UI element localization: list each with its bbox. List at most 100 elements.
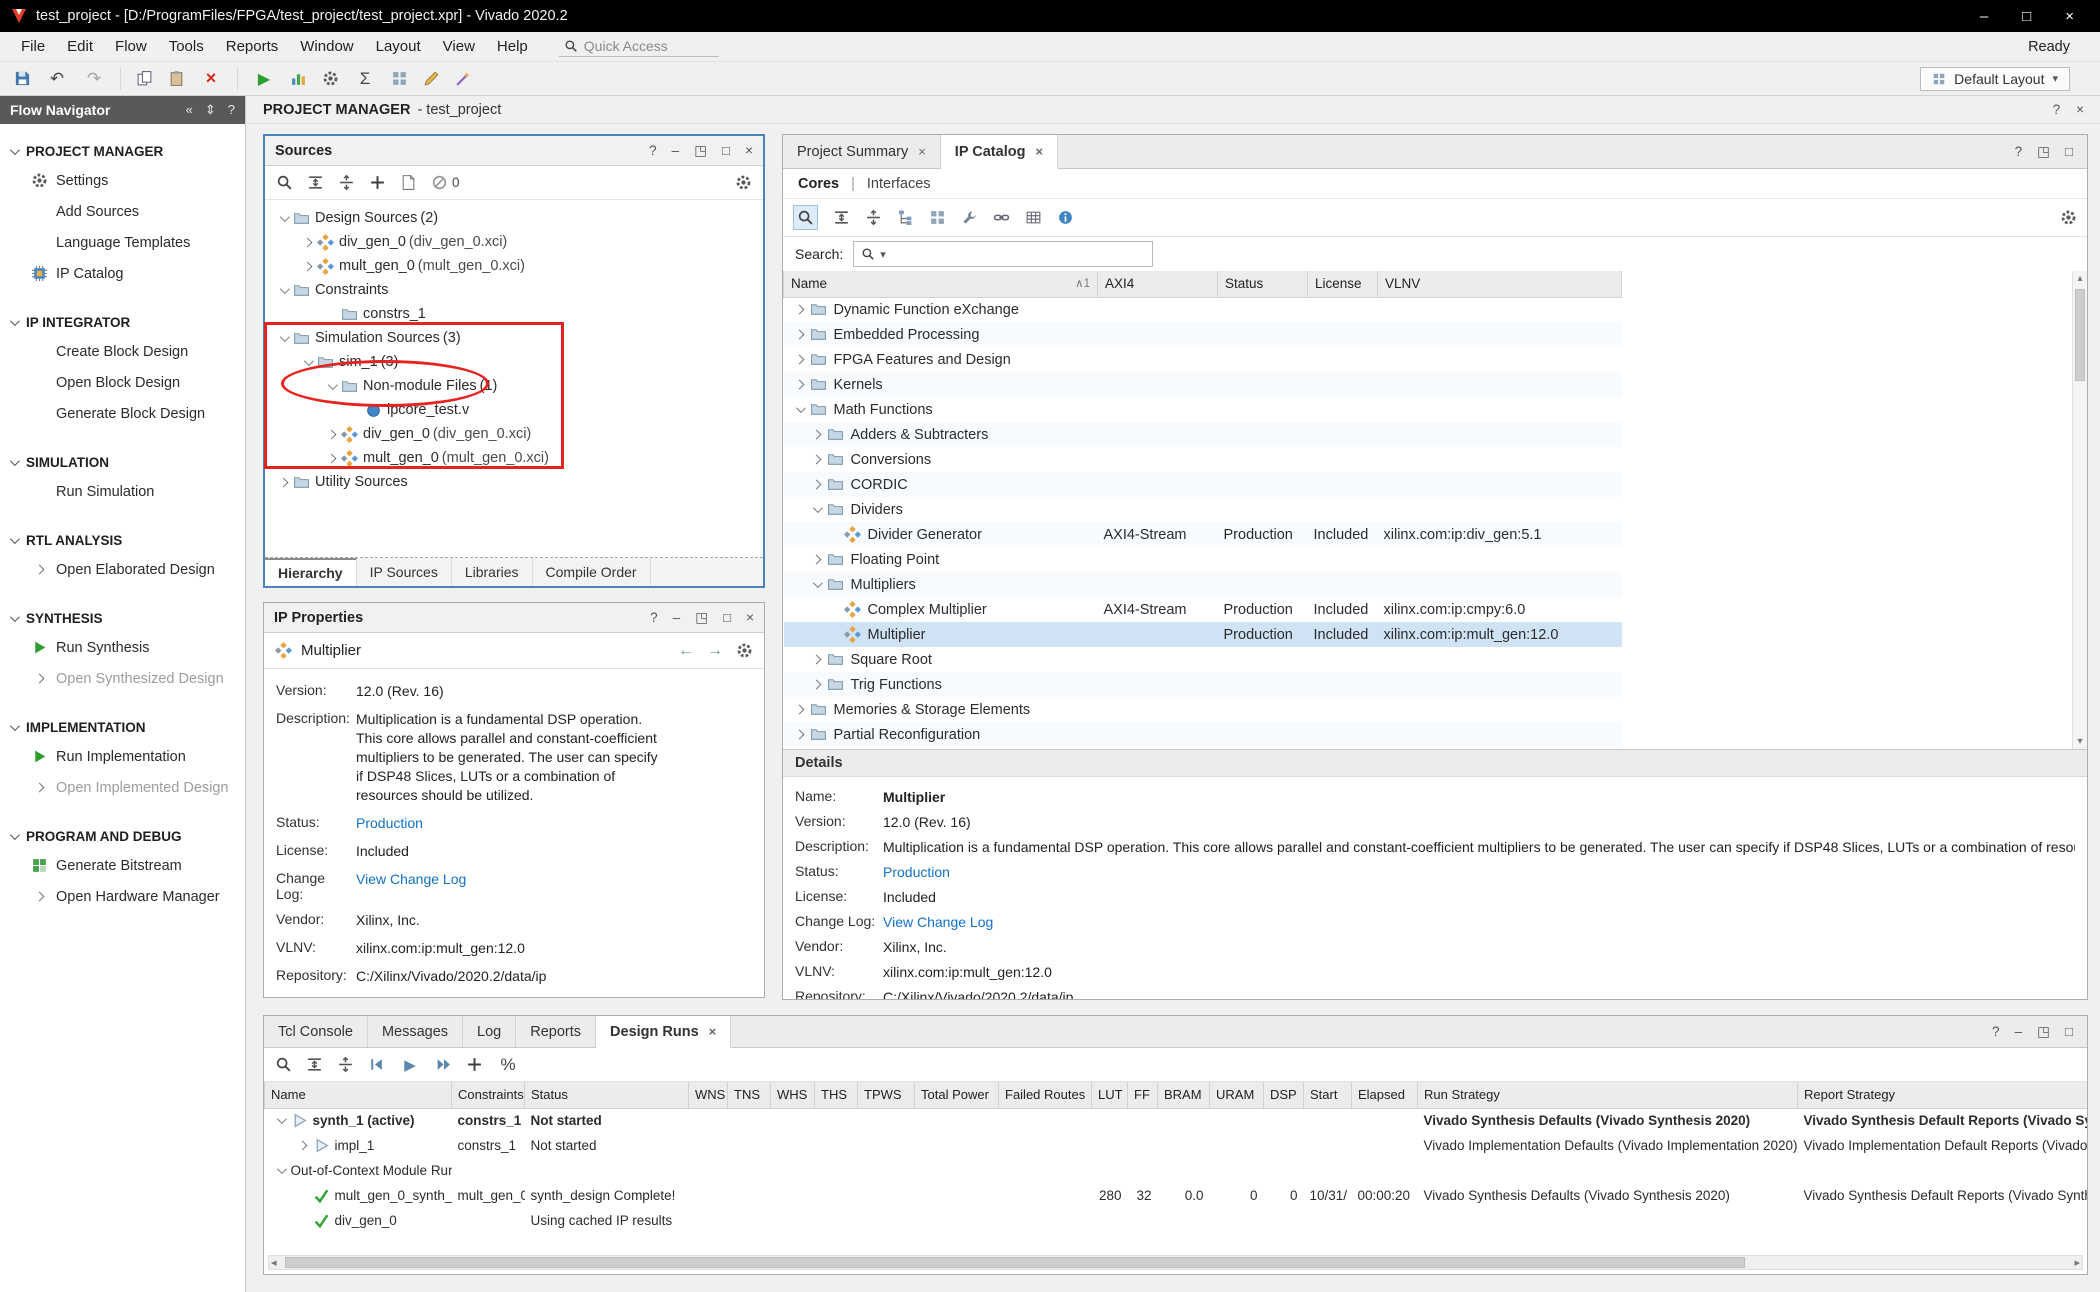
chevron-right-icon[interactable] [812,455,822,465]
runs-column-bram[interactable]: BRAM [1158,1082,1210,1108]
info-icon[interactable] [1057,209,1074,226]
collapse-left-icon[interactable]: « [186,102,193,118]
catalog-row-cordic[interactable]: CORDIC [784,472,1622,497]
minimize-icon[interactable]: – [1980,9,1988,24]
close-icon[interactable]: × [709,1024,717,1039]
step-first-icon[interactable] [368,1056,385,1073]
scrollbar-thumb[interactable] [285,1257,1745,1268]
close-icon[interactable]: × [746,611,754,625]
runs-column-report-strategy[interactable]: Report Strategy [1798,1082,2088,1108]
runs-column-lut[interactable]: LUT [1092,1082,1128,1108]
menu-reports[interactable]: Reports [215,35,290,58]
search-icon[interactable] [276,174,293,191]
collapse-all-icon[interactable] [307,174,324,191]
settings-gear-icon[interactable] [322,70,339,87]
flow-item-open-hardware-manager[interactable]: Open Hardware Manager [0,881,245,912]
tab-ip-sources[interactable]: IP Sources [357,558,452,586]
quick-access-search[interactable]: Quick Access [559,36,719,57]
expand-all-icon[interactable] [338,174,355,191]
catalog-row-embedded-processing[interactable]: Embedded Processing [784,322,1622,347]
expand-all-icon[interactable] [865,209,882,226]
forward-icon[interactable]: → [707,642,723,660]
chevron-right-icon[interactable] [812,680,822,690]
search-toggle[interactable] [793,205,818,230]
menu-edit[interactable]: Edit [56,35,104,58]
catalog-row-floating-point[interactable]: Floating Point [784,547,1622,572]
runs-column-name[interactable]: Name [265,1082,452,1108]
help-icon[interactable]: ? [2053,103,2061,117]
run-row-mult-gen-0-synth-1[interactable]: mult_gen_0_synth_1mult_gen_0synth_design… [265,1183,2088,1208]
menu-layout[interactable]: Layout [365,35,432,58]
runs-column-start[interactable]: Start [1304,1082,1352,1108]
collapse-all-icon[interactable] [833,209,850,226]
flow-section-header[interactable]: SYNTHESIS [0,605,245,632]
flow-item-ip-catalog[interactable]: IP Catalog [0,258,245,289]
status-filter[interactable]: 0 [431,174,460,191]
maximize-icon[interactable]: □ [722,144,730,158]
tab-compile-order[interactable]: Compile Order [533,558,651,586]
menu-tools[interactable]: Tools [158,35,215,58]
property-value[interactable]: Production [883,863,950,882]
chevron-down-icon[interactable] [303,356,313,366]
float-icon[interactable]: ◳ [2037,1025,2050,1039]
catalog-row-math-functions[interactable]: Math Functions [784,397,1622,422]
back-icon[interactable]: ← [678,642,694,660]
flow-item-generate-block-design[interactable]: Generate Block Design [0,398,245,429]
minimize-icon[interactable]: – [672,144,680,158]
catalog-row-adders-subtracters[interactable]: Adders & Subtracters [784,422,1622,447]
chevron-right-icon[interactable] [302,237,312,247]
chevron-right-icon[interactable] [326,453,336,463]
add-repository-link-icon[interactable] [993,209,1010,226]
chevron-right-icon[interactable] [326,429,336,439]
chevron-down-icon[interactable] [796,403,806,413]
runs-column-total-power[interactable]: Total Power [915,1082,999,1108]
run-icon[interactable]: ▶ [399,1054,421,1076]
run-row-div-gen-0[interactable]: div_gen_0Using cached IP results [265,1208,2088,1233]
flow-item-run-synthesis[interactable]: Run Synthesis [0,632,245,663]
catalog-row-complex-multiplier[interactable]: Complex MultiplierAXI4-StreamProductionI… [784,597,1622,622]
run-row-impl-1[interactable]: impl_1constrs_1Not startedVivado Impleme… [265,1133,2088,1158]
help-icon[interactable]: ? [2015,145,2023,159]
flow-item-open-elaborated-design[interactable]: Open Elaborated Design [0,554,245,585]
add-sources-icon[interactable] [369,174,386,191]
search-icon[interactable] [275,1056,292,1073]
flow-item-open-implemented-design[interactable]: Open Implemented Design [0,772,245,803]
catalog-column-vlnv[interactable]: VLNV [1378,271,1622,297]
help-icon[interactable]: ? [650,611,658,625]
close-icon[interactable]: × [2065,9,2074,24]
runs-column-wns[interactable]: WNS [689,1082,728,1108]
catalog-row-memories-storage-elements[interactable]: Memories & Storage Elements [784,697,1622,722]
board-icon[interactable] [391,70,408,87]
menu-window[interactable]: Window [289,35,364,58]
runs-column-whs[interactable]: WHS [771,1082,815,1108]
edit-pencil-icon[interactable] [423,70,440,87]
menu-view[interactable]: View [432,35,486,58]
chevron-right-icon[interactable] [278,477,288,487]
flow-section-header[interactable]: IMPLEMENTATION [0,714,245,741]
close-icon[interactable]: × [1035,144,1043,159]
catalog-row-conversions[interactable]: Conversions [784,447,1622,472]
chevron-right-icon[interactable] [795,305,805,315]
maximize-icon[interactable]: □ [2065,1025,2073,1039]
source-tree-item-ipcore-test-v[interactable]: ipcore_test.v [265,398,763,422]
hierarchy-view-icon[interactable] [897,209,914,226]
catalog-row-kernels[interactable]: Kernels [784,372,1622,397]
customize-wrench-icon[interactable] [961,209,978,226]
flow-item-generate-bitstream[interactable]: Generate Bitstream [0,850,245,881]
flow-item-create-block-design[interactable]: Create Block Design [0,336,245,367]
property-value[interactable]: View Change Log [356,870,466,902]
runs-column-ff[interactable]: FF [1128,1082,1158,1108]
chevron-right-icon[interactable] [795,730,805,740]
tab-design-runs[interactable]: Design Runs× [596,1016,731,1048]
float-icon[interactable]: ◳ [2037,145,2050,159]
chevron-down-icon[interactable] [813,503,823,513]
chevron-down-icon[interactable] [327,380,337,390]
tab-ip-catalog[interactable]: IP Catalog× [941,135,1058,169]
redo-icon[interactable]: ↷ [83,68,105,90]
catalog-row-trig-functions[interactable]: Trig Functions [784,672,1622,697]
table-view-icon[interactable] [1025,209,1042,226]
catalog-row-multiplier[interactable]: MultiplierProductionIncludedxilinx.com:i… [784,622,1622,647]
chevron-down-icon[interactable] [279,212,289,222]
flow-item-open-block-design[interactable]: Open Block Design [0,367,245,398]
flow-item-language-templates[interactable]: Language Templates [0,227,245,258]
